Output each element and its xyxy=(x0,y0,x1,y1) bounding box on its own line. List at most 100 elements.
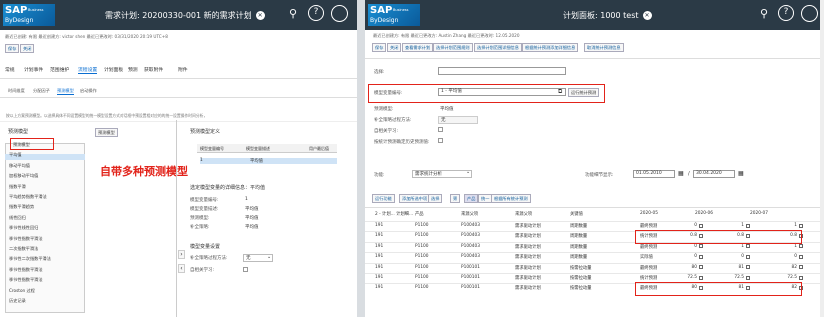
value-cell[interactable]: 82 xyxy=(792,265,797,270)
save-button[interactable]: 保存 xyxy=(5,44,20,53)
column-header[interactable]: 来源父项 xyxy=(515,211,532,217)
chevron-right-icon[interactable]: › xyxy=(178,250,185,259)
model-input[interactable]: 1 - 平均值 xyxy=(438,88,566,96)
run-forecast-button[interactable]: 运行统计预测 xyxy=(568,88,600,97)
avatar[interactable] xyxy=(331,5,348,22)
column-header[interactable]: 2020-06 xyxy=(695,211,713,216)
row-checkbox[interactable] xyxy=(699,223,703,228)
list-item[interactable]: 平均值 xyxy=(9,152,22,158)
value-cell[interactable]: 0 xyxy=(794,254,797,259)
column-header[interactable]: 2 - 计划... 计划细... xyxy=(375,211,413,217)
row-checkbox[interactable] xyxy=(799,223,803,228)
row-checkbox[interactable] xyxy=(699,244,703,249)
tab-scope[interactable]: 范围维护 xyxy=(50,66,69,73)
value-cell[interactable]: 72.5 xyxy=(687,275,697,280)
toolbar-button[interactable]: 取消统计预测信息 xyxy=(584,43,624,52)
row-checkbox[interactable] xyxy=(799,275,803,280)
row-checkbox[interactable] xyxy=(746,265,750,270)
search-icon[interactable]: ⚲ xyxy=(760,7,768,20)
chevron-left-icon[interactable]: ‹ xyxy=(178,264,185,273)
list-item[interactable]: 历史记录 xyxy=(9,298,26,304)
table-toolbar-button[interactable]: 选择 xyxy=(428,194,443,203)
toolbar-button[interactable]: 关闭 xyxy=(387,43,402,52)
toolbar-button[interactable]: 查看需求计划 xyxy=(402,43,434,52)
list-item[interactable]: 季节性二次指数平滑法 xyxy=(9,256,51,262)
list-item[interactable]: 季节性指数平滑法 xyxy=(9,277,43,283)
autocorr-checkbox[interactable] xyxy=(243,267,248,272)
subtab-factor[interactable]: 分配因子 xyxy=(33,88,50,94)
tab-fetch-attach[interactable]: 获取附件 xyxy=(144,66,163,73)
value-cell[interactable]: 1 xyxy=(794,223,797,228)
tab-plan-board[interactable]: 计划面板 xyxy=(104,66,123,73)
value-cell[interactable]: 72.5 xyxy=(787,275,797,280)
column-header[interactable]: 来源父项 xyxy=(461,211,478,217)
toolbar-button[interactable]: 选择计划范围详细信息 xyxy=(474,43,522,52)
subtab-start[interactable]: 启动操作 xyxy=(80,88,97,94)
list-item[interactable]: 平均趋势指数平滑法 xyxy=(9,194,47,200)
help-icon[interactable]: ? xyxy=(778,5,794,21)
row-checkbox[interactable] xyxy=(699,265,703,270)
toolbar-button[interactable]: 根据统计预测添加详细信息 xyxy=(522,43,579,52)
tab-attachments[interactable]: 附件 xyxy=(178,66,188,73)
table-toolbar-button[interactable]: 产品 xyxy=(464,194,479,203)
date-from-input[interactable]: 01.05.2010 xyxy=(633,170,675,178)
table-toolbar-button[interactable]: 添加所选中项 xyxy=(399,194,431,203)
column-header[interactable]: 关键值 xyxy=(570,211,583,217)
value-help-icon[interactable]: ⧉ xyxy=(558,88,562,96)
scrollbar[interactable] xyxy=(820,0,824,317)
row-checkbox[interactable] xyxy=(699,275,703,280)
row-checkbox[interactable] xyxy=(799,254,803,259)
list-item[interactable]: 季节性指数平滑法 xyxy=(9,236,43,242)
calendar-icon[interactable]: ▦ xyxy=(738,170,744,177)
tab-forecast[interactable]: 预测 xyxy=(128,66,138,73)
close-icon[interactable]: ✕ xyxy=(255,11,265,20)
value-cell[interactable]: 1 xyxy=(741,244,744,249)
tab-process-settings[interactable]: 流程设置 xyxy=(78,66,98,74)
table-toolbar-button[interactable]: 筛 xyxy=(450,194,461,203)
value-cell[interactable]: 0 xyxy=(694,244,697,249)
column-header[interactable]: 产品 xyxy=(415,211,424,217)
grid-row[interactable] xyxy=(200,158,337,164)
value-cell[interactable]: 0 xyxy=(694,223,697,228)
tab-plan-events[interactable]: 计划事件 xyxy=(24,66,43,73)
subtab-forecast-model[interactable]: 预测模型 xyxy=(57,88,74,95)
list-item[interactable]: 移动平均值 xyxy=(9,163,30,169)
history-checkbox[interactable] xyxy=(438,138,443,143)
list-item[interactable]: 季节性指数平滑法 xyxy=(9,267,43,273)
list-item[interactable]: 线性回归 xyxy=(9,215,26,221)
table-toolbar-button[interactable]: 运行功能 xyxy=(372,194,395,203)
list-item[interactable]: 指数平滑 xyxy=(9,184,26,190)
row-checkbox[interactable] xyxy=(746,254,750,259)
table-toolbar-button[interactable]: 根据所有统计预测 xyxy=(491,194,531,203)
selection-input[interactable] xyxy=(438,67,566,75)
value-cell[interactable]: 0 xyxy=(694,254,697,259)
column-header[interactable]: 2020-07 xyxy=(750,211,768,216)
list-item[interactable]: 季节性线性回归 xyxy=(9,225,38,231)
row-checkbox[interactable] xyxy=(699,254,703,259)
list-item[interactable]: 指数平滑趋势 xyxy=(9,204,34,210)
forecast-model-button[interactable]: 预测模型 xyxy=(95,128,118,137)
avatar[interactable] xyxy=(801,5,818,22)
list-item[interactable]: Croston 过程 xyxy=(9,288,35,294)
autocorr-checkbox[interactable] xyxy=(438,127,443,132)
calendar-icon[interactable]: ▦ xyxy=(678,170,684,177)
row-checkbox[interactable] xyxy=(799,244,803,249)
close-icon[interactable]: ✕ xyxy=(642,11,652,20)
toolbar-button[interactable]: 选择计划范围规则 xyxy=(433,43,473,52)
list-item[interactable]: 二次指数平滑法 xyxy=(9,246,38,252)
column-header[interactable]: 2020-05 xyxy=(640,211,658,216)
value-cell[interactable]: 1 xyxy=(794,244,797,249)
subtab-time[interactable]: 时间维度 xyxy=(8,88,25,94)
close-button[interactable]: 关闭 xyxy=(20,44,35,53)
tab-general[interactable]: 常规 xyxy=(5,66,15,73)
value-cell[interactable]: 1 xyxy=(741,223,744,228)
value-cell[interactable]: 80 xyxy=(692,265,697,270)
list-item[interactable]: 加权移动平均值 xyxy=(9,173,38,179)
help-icon[interactable]: ? xyxy=(308,5,324,21)
row-checkbox[interactable] xyxy=(799,265,803,270)
value-cell[interactable]: 72.5 xyxy=(734,275,744,280)
toolbar-button[interactable]: 保存 xyxy=(372,43,387,52)
date-to-input[interactable]: 30.04.2020 xyxy=(693,170,735,178)
value-cell[interactable]: 0 xyxy=(741,254,744,259)
row-checkbox[interactable] xyxy=(746,223,750,228)
